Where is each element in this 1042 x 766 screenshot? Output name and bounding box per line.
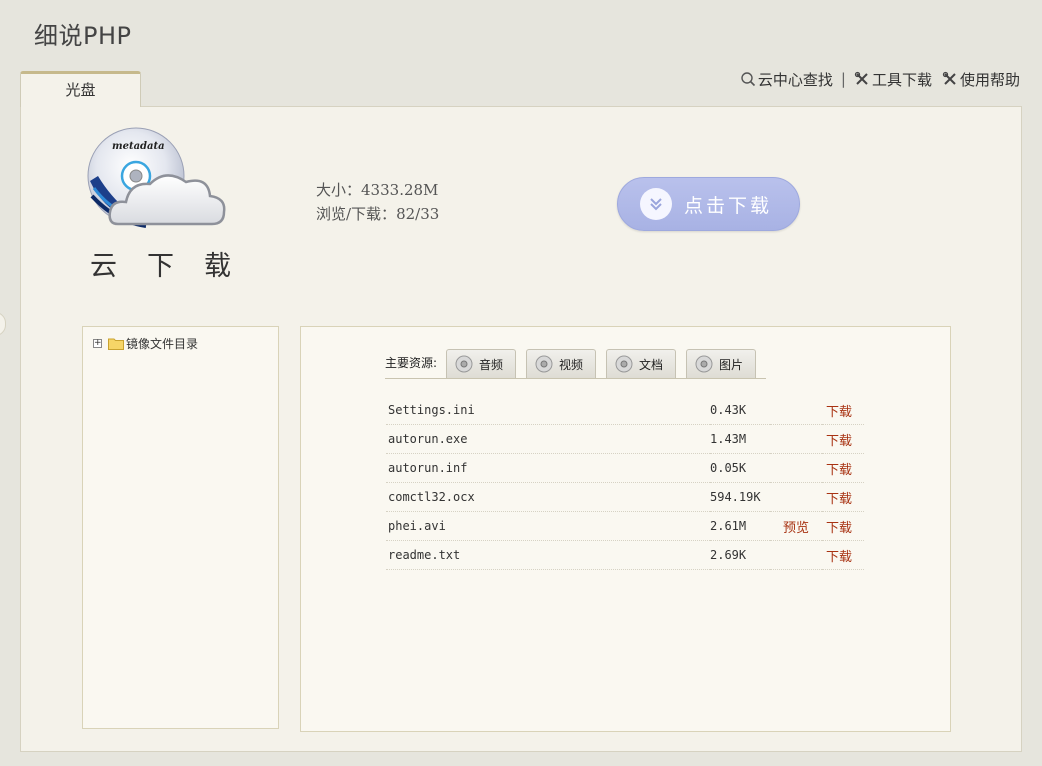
download-link[interactable]: 下载 (822, 424, 864, 454)
table-row: readme.txt 2.69K 下载 (386, 540, 864, 570)
help-link[interactable]: 使用帮助 (942, 69, 1020, 90)
side-toggle[interactable] (0, 312, 6, 336)
tools-icon (942, 71, 956, 85)
stats-label: 浏览/下载： (316, 205, 397, 223)
preview-link[interactable] (770, 482, 822, 512)
tool-download-link[interactable]: 工具下载 (854, 69, 932, 90)
tab-video[interactable]: 视频 (526, 349, 596, 378)
resource-tabs: 主要资源: 音频 视频 文档 图片 (385, 348, 766, 379)
cd-icon (615, 355, 633, 373)
cd-icon (535, 355, 553, 373)
tab-video-label: 视频 (559, 357, 584, 372)
tab-image-label: 图片 (719, 357, 744, 372)
file-size: 1.43M (710, 424, 770, 454)
file-name: Settings.ini (386, 396, 710, 425)
file-size: 0.43K (710, 396, 770, 425)
tree-root[interactable]: + 镜像文件目录 (93, 335, 198, 352)
cloud-search-link[interactable]: 云中心查找 (740, 69, 833, 90)
table-row: phei.avi 2.61M 预览 下载 (386, 511, 864, 541)
download-button[interactable]: 点击下载 (617, 177, 800, 231)
preview-link[interactable] (770, 396, 822, 425)
stats-value: 82/33 (396, 205, 440, 223)
disc-info: 大小：4333.28M 浏览/下载：82/33 (316, 178, 439, 226)
tab-audio[interactable]: 音频 (446, 349, 516, 378)
cloud-search-label: 云中心查找 (757, 70, 833, 89)
folder-icon (108, 338, 124, 350)
cloud-download-caption: 云下载 (90, 251, 261, 282)
download-link[interactable]: 下载 (822, 453, 864, 483)
file-name: comctl32.ocx (386, 482, 710, 512)
resource-label: 主要资源: (385, 356, 438, 370)
tool-download-label: 工具下载 (871, 70, 932, 89)
search-icon (741, 72, 755, 87)
file-size: 594.19K (710, 482, 770, 512)
file-name: phei.avi (386, 511, 710, 541)
top-links: 云中心查找 | 工具下载 使用帮助 (740, 68, 1020, 90)
expand-icon[interactable]: + (93, 339, 102, 348)
link-separator: | (840, 70, 846, 88)
cd-icon (695, 355, 713, 373)
preview-link[interactable] (770, 540, 822, 570)
file-name: readme.txt (386, 540, 710, 570)
file-table: Settings.ini 0.43K 下载 autorun.exe 1.43M … (386, 396, 864, 570)
logo-wordmark: metadata (112, 141, 165, 152)
file-size: 2.69K (710, 540, 770, 570)
download-link[interactable]: 下载 (822, 540, 864, 570)
help-label: 使用帮助 (959, 70, 1020, 89)
table-row: comctl32.ocx 594.19K 下载 (386, 482, 864, 512)
tab-document-label: 文档 (639, 357, 664, 372)
download-link[interactable]: 下载 (822, 511, 864, 541)
download-link[interactable]: 下载 (822, 482, 864, 512)
download-link[interactable]: 下载 (822, 396, 864, 425)
download-button-label: 点击下载 (684, 194, 773, 217)
cd-icon (455, 355, 473, 373)
preview-link[interactable]: 预览 (770, 511, 822, 541)
table-row: autorun.exe 1.43M 下载 (386, 424, 864, 454)
tab-document[interactable]: 文档 (606, 349, 676, 378)
file-size: 2.61M (710, 511, 770, 541)
tree-root-label: 镜像文件目录 (126, 337, 199, 351)
size-value: 4333.28M (361, 181, 439, 199)
file-size: 0.05K (710, 453, 770, 483)
file-name: autorun.exe (386, 424, 710, 454)
tools-icon (854, 71, 868, 85)
file-name: autorun.inf (386, 453, 710, 483)
size-label: 大小： (316, 181, 362, 199)
tab-audio-label: 音频 (479, 357, 504, 372)
chevron-down-icon (640, 188, 672, 220)
tab-image[interactable]: 图片 (686, 349, 756, 378)
directory-tree: + 镜像文件目录 (82, 326, 279, 729)
table-row: Settings.ini 0.43K 下载 (386, 396, 864, 425)
preview-link[interactable] (770, 453, 822, 483)
cloud-disc-logo: metadata (87, 127, 226, 228)
preview-link[interactable] (770, 424, 822, 454)
tab-disc[interactable]: 光盘 (20, 71, 141, 107)
page-title: 细说PHP (34, 22, 132, 50)
table-row: autorun.inf 0.05K 下载 (386, 453, 864, 483)
